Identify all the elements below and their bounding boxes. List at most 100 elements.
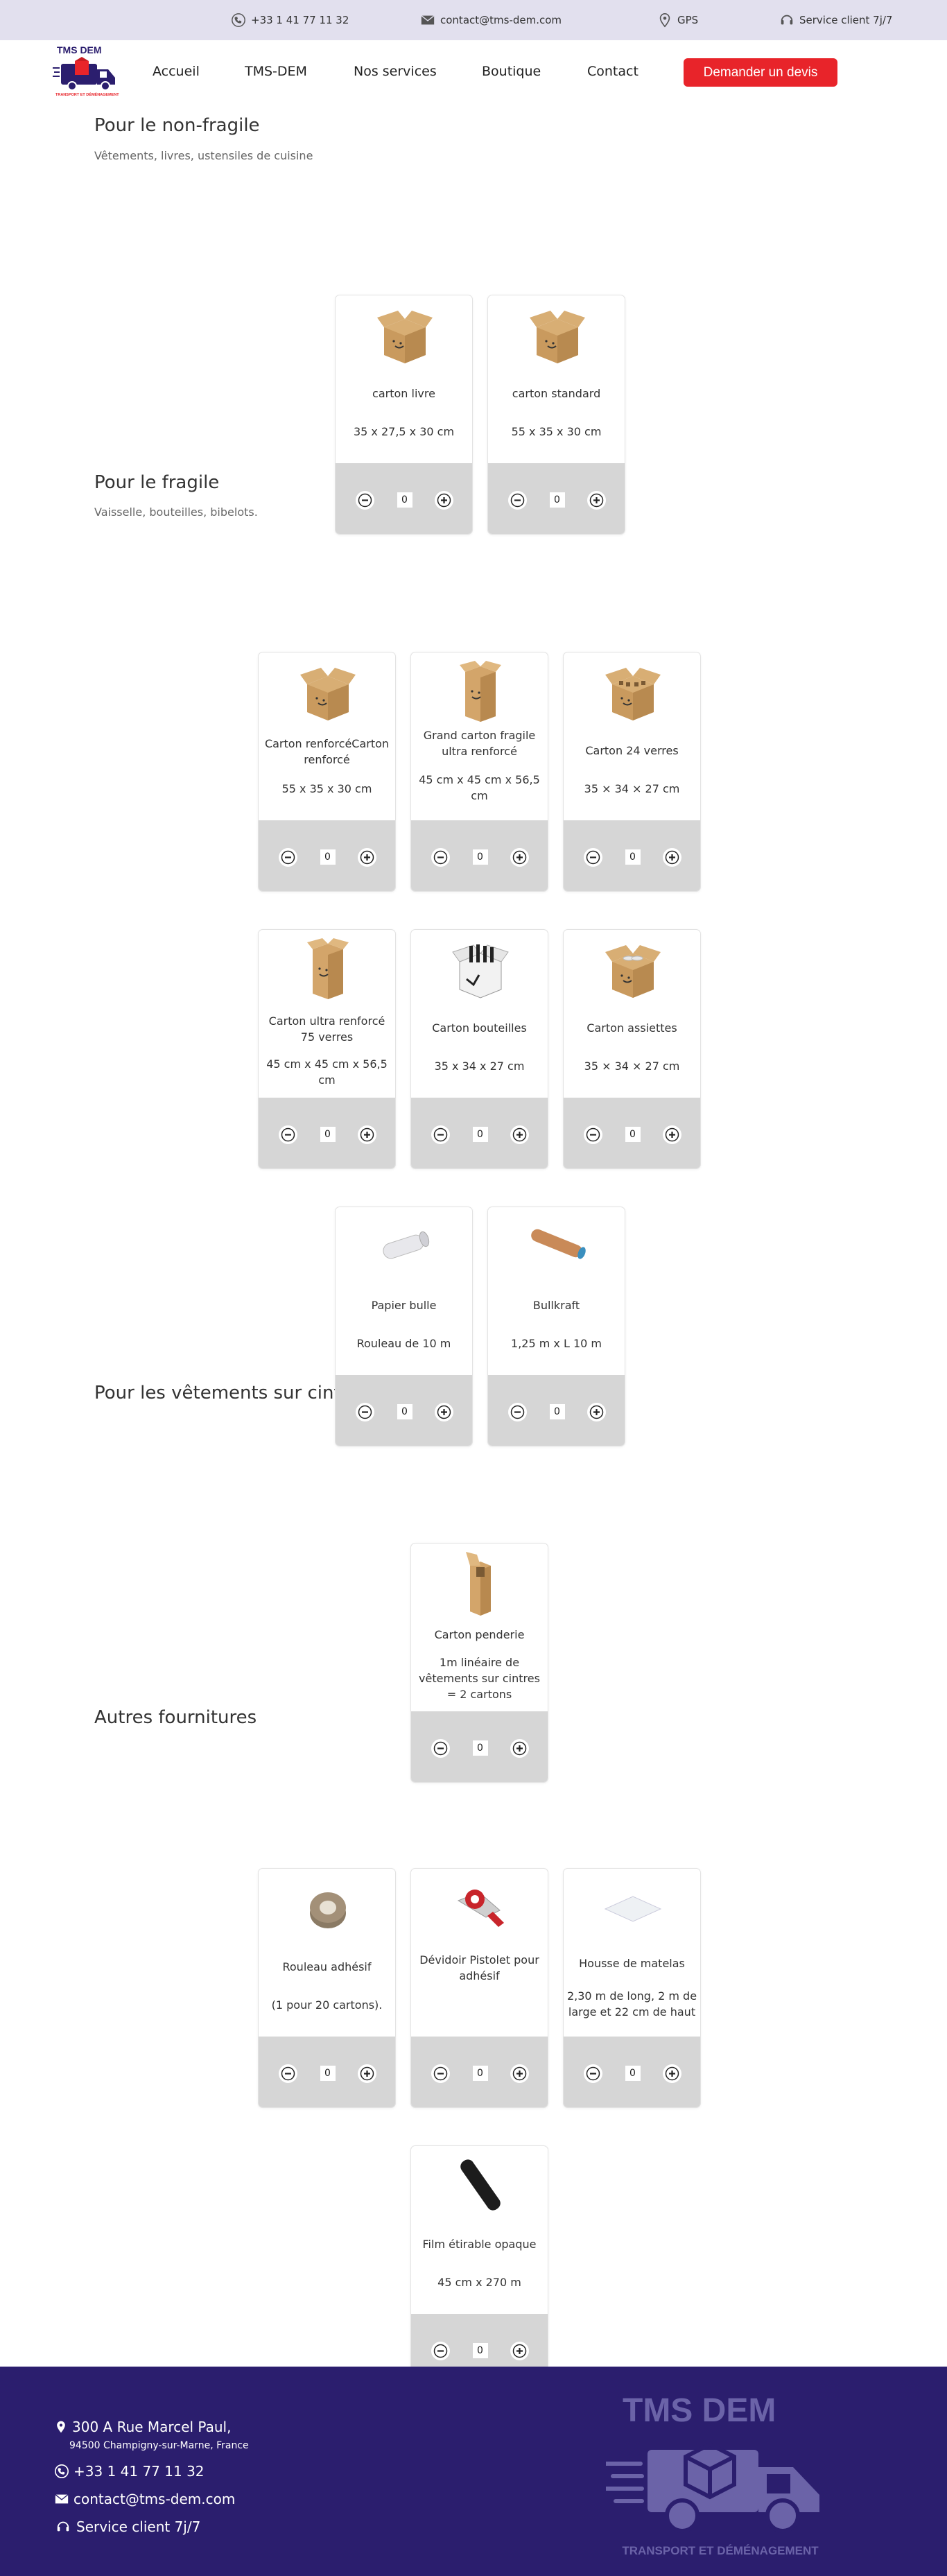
mattress-cover-icon[interactable] <box>564 1873 700 1942</box>
topbar-email[interactable]: contact@tms-dem.com <box>420 12 562 28</box>
quantity-input[interactable] <box>625 2066 641 2081</box>
topbar-gps[interactable]: GPS <box>657 12 698 28</box>
product-dimensions: 45 cm x 270 m <box>437 2276 521 2289</box>
quantity-stepper <box>431 1125 529 1144</box>
product-card: Bullkraft 1,25 m x L 10 m <box>487 1207 625 1446</box>
product-name: Carton penderie <box>434 1628 525 1641</box>
decrement-button[interactable] <box>584 847 602 867</box>
decrement-button[interactable] <box>431 847 450 867</box>
footer-email[interactable]: contact@tms-dem.com <box>54 2491 235 2507</box>
product-quantity-panel <box>259 2037 395 2107</box>
decrement-button[interactable] <box>279 847 297 867</box>
bottles-box-icon[interactable] <box>411 934 548 1003</box>
increment-button[interactable] <box>510 1125 529 1144</box>
quantity-input[interactable] <box>320 2066 336 2081</box>
nav-contact[interactable]: Contact <box>587 64 638 79</box>
increment-button[interactable] <box>510 2064 529 2083</box>
tall-box-icon[interactable] <box>411 657 548 726</box>
stretch-film-icon[interactable] <box>411 2150 548 2220</box>
decrement-button[interactable] <box>279 1125 297 1144</box>
quantity-input[interactable] <box>397 1404 412 1419</box>
quantity-input[interactable] <box>472 849 488 865</box>
quantity-input[interactable] <box>549 492 565 508</box>
plus-icon <box>511 849 528 865</box>
increment-button[interactable] <box>663 1125 681 1144</box>
footer-phone[interactable]: +33 1 41 77 11 32 <box>54 2463 205 2480</box>
decrement-button[interactable] <box>508 1402 527 1421</box>
quantity-input[interactable] <box>472 2066 488 2081</box>
open-box-icon[interactable] <box>336 300 472 369</box>
decrement-button[interactable] <box>356 1402 374 1421</box>
open-box-icon[interactable] <box>259 657 395 726</box>
decrement-button[interactable] <box>584 2064 602 2083</box>
plus-icon <box>358 1126 376 1143</box>
increment-button[interactable] <box>358 847 376 867</box>
mail-icon <box>55 2494 69 2504</box>
wardrobe-box-icon[interactable] <box>411 1548 548 1617</box>
increment-button[interactable] <box>435 490 453 510</box>
minus-icon <box>584 849 602 865</box>
decrement-button[interactable] <box>508 490 527 510</box>
product-dimensions: 1m linéaire de vêtements sur cintres = 2… <box>419 1656 540 1701</box>
decrement-button[interactable] <box>431 2064 450 2083</box>
truck-logo-icon <box>606 2441 819 2533</box>
increment-button[interactable] <box>510 847 529 867</box>
quantity-input[interactable] <box>625 1127 641 1142</box>
product-name: carton livre <box>372 387 435 400</box>
nav-accueil[interactable]: Accueil <box>153 64 200 79</box>
increment-button[interactable] <box>358 1125 376 1144</box>
quantity-input[interactable] <box>397 492 412 508</box>
increment-button[interactable] <box>663 2064 681 2083</box>
plus-icon <box>663 2065 681 2082</box>
kraft-roll-icon[interactable] <box>488 1211 625 1281</box>
footer-service[interactable]: Service client 7j/7 <box>54 2518 200 2535</box>
request-quote-button[interactable]: Demander un devis <box>684 58 837 87</box>
quantity-input[interactable] <box>472 2343 488 2358</box>
decrement-button[interactable] <box>431 2341 450 2360</box>
decrement-button[interactable] <box>431 1738 450 1758</box>
tape-gun-icon[interactable] <box>411 1873 548 1942</box>
footer-address: 300 A Rue Marcel Paul, <box>54 2419 231 2435</box>
topbar-phone-text: +33 1 41 77 11 32 <box>251 14 349 26</box>
increment-button[interactable] <box>587 490 606 510</box>
quantity-stepper <box>584 1125 681 1144</box>
minus-icon <box>432 2065 449 2082</box>
plates-box-icon[interactable] <box>564 934 700 1003</box>
decrement-button[interactable] <box>584 1125 602 1144</box>
phone-icon <box>55 2464 69 2478</box>
product-dimensions: Rouleau de 10 m <box>356 1337 451 1350</box>
minus-icon <box>356 492 374 508</box>
increment-button[interactable] <box>587 1402 606 1421</box>
decrement-button[interactable] <box>279 2064 297 2083</box>
quantity-input[interactable] <box>472 1740 488 1756</box>
minus-icon <box>432 1740 449 1756</box>
quantity-stepper <box>431 2064 529 2083</box>
nav-tms-dem[interactable]: TMS-DEM <box>245 64 307 79</box>
quantity-input[interactable] <box>625 849 641 865</box>
increment-button[interactable] <box>358 2064 376 2083</box>
decrement-button[interactable] <box>431 1125 450 1144</box>
topbar-phone[interactable]: +33 1 41 77 11 32 <box>231 12 349 28</box>
footer-address-line1: 300 A Rue Marcel Paul, <box>72 2419 232 2435</box>
nav-boutique[interactable]: Boutique <box>482 64 541 79</box>
increment-button[interactable] <box>435 1402 453 1421</box>
quantity-input[interactable] <box>549 1404 565 1419</box>
tape-roll-icon[interactable] <box>259 1873 395 1942</box>
increment-button[interactable] <box>510 1738 529 1758</box>
quantity-input[interactable] <box>320 849 336 865</box>
decrement-button[interactable] <box>356 490 374 510</box>
quantity-input[interactable] <box>472 1127 488 1142</box>
topbar-service[interactable]: Service client 7j/7 <box>779 12 892 28</box>
minus-icon <box>279 1126 297 1143</box>
glasses-box-icon[interactable] <box>564 657 700 726</box>
quantity-input[interactable] <box>320 1127 336 1142</box>
increment-button[interactable] <box>663 847 681 867</box>
bubble-roll-icon[interactable] <box>336 1211 472 1281</box>
open-box-icon[interactable] <box>488 300 625 369</box>
plus-icon <box>358 849 376 865</box>
increment-button[interactable] <box>510 2341 529 2360</box>
product-card: Grand carton fragile ultra renforcé 45 c… <box>410 652 548 892</box>
nav-nos-services[interactable]: Nos services <box>354 64 437 79</box>
tall-box-icon[interactable] <box>259 934 395 1003</box>
footer-address-line2-wrap: 94500 Champigny-sur-Marne, France <box>69 2440 249 2451</box>
